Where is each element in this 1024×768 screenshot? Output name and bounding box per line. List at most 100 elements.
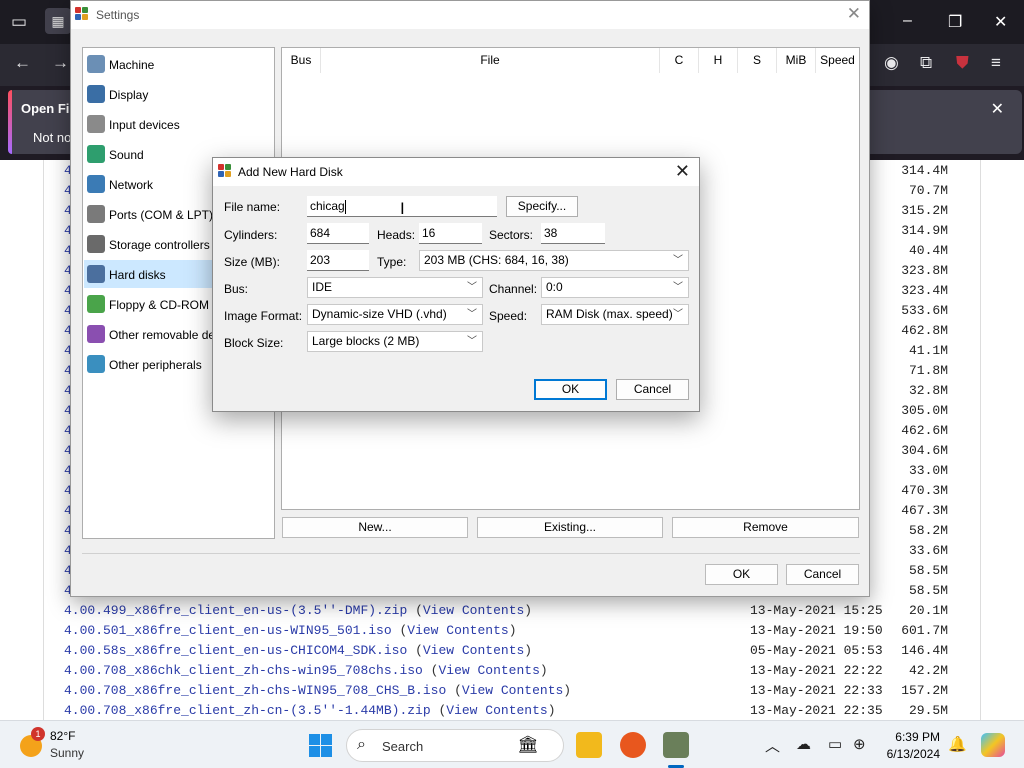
forward-icon[interactable]: → xyxy=(52,53,69,73)
file-name-link[interactable]: 4.00.499_x86fre_client_en-us-(3.5''-DMF)… xyxy=(64,603,407,618)
heads-label: Heads: xyxy=(377,228,416,242)
chevron-down-icon: ﹀ xyxy=(673,309,683,320)
heads-input[interactable]: 16 xyxy=(419,223,482,244)
settings-separator xyxy=(82,553,860,554)
sidebar-item[interactable]: Display xyxy=(84,80,274,108)
type-select[interactable]: 203 MB (CHS: 684, 16, 38) ﹀ xyxy=(419,250,689,271)
paren: ) xyxy=(508,623,517,638)
listing-file-link[interactable]: 4.00.708_x86fre_client_zh-chs-WIN95_708_… xyxy=(64,683,571,698)
dialog-title: Add New Hard Disk xyxy=(238,165,343,179)
ublock-icon[interactable]: ⛊ xyxy=(956,53,969,73)
extensions-icon[interactable]: ⧉ xyxy=(920,53,932,73)
column-file[interactable]: File xyxy=(321,48,660,73)
paren: ) xyxy=(524,603,533,618)
listing-size: 470.3M xyxy=(901,483,948,498)
notification-close-icon[interactable]: ✕ xyxy=(991,99,1004,119)
file-name-link[interactable]: 4.00.58s_x86fre_client_en-us-CHICOM4_SDK… xyxy=(64,643,407,658)
text-caret xyxy=(344,199,346,214)
listing-row: 4.00.499_x86fre_client_en-us-(3.5''-DMF)… xyxy=(44,603,982,623)
sectors-input[interactable]: 38 xyxy=(541,223,605,244)
firefox-icon[interactable] xyxy=(620,732,646,758)
network-icon xyxy=(87,175,105,193)
block-size-select-value: Large blocks (2 MB) xyxy=(312,334,420,348)
dialog-close-icon[interactable]: ✕ xyxy=(675,161,690,182)
file-explorer-icon[interactable] xyxy=(576,732,602,758)
listing-file-link[interactable]: 4.00.501_x86fre_client_en-us-WIN95_501.i… xyxy=(64,623,517,638)
listing-file-link[interactable]: 4.00.499_x86fre_client_en-us-(3.5''-DMF)… xyxy=(64,603,532,618)
dialog-ok-button[interactable]: OK xyxy=(534,379,607,400)
minimize-icon[interactable]: – xyxy=(903,12,912,30)
browser-tab-icon[interactable]: ▦ xyxy=(45,8,71,34)
column-bus[interactable]: Bus xyxy=(282,48,321,73)
listing-file-link[interactable]: 4.00.708_x86fre_client_zh-cn-(3.5''-1.44… xyxy=(64,703,556,718)
menu-icon[interactable]: ≡ xyxy=(991,53,1001,73)
clock-time[interactable]: 6:39 PM xyxy=(884,730,940,744)
settings-close-icon[interactable]: ✕ xyxy=(847,4,861,24)
listing-size: 29.5M xyxy=(908,703,948,718)
view-contents-link[interactable]: View Contents xyxy=(462,683,563,698)
type-select-value: 203 MB (CHS: 684, 16, 38) xyxy=(424,253,569,267)
view-contents-link[interactable]: View Contents xyxy=(438,663,539,678)
paren: ( xyxy=(407,643,423,658)
network-icon[interactable]: ⊕ xyxy=(853,735,866,753)
notification-bell-icon[interactable]: 🔔 xyxy=(948,735,967,753)
listing-size: 58.2M xyxy=(908,523,948,538)
dialog-cancel-button[interactable]: Cancel xyxy=(616,379,689,400)
86box-icon[interactable] xyxy=(663,732,689,758)
column-h[interactable]: H xyxy=(699,48,738,73)
listing-size: 304.6M xyxy=(901,443,948,458)
column-speed[interactable]: Speed xyxy=(816,48,859,73)
block-size-select[interactable]: Large blocks (2 MB) ﹀ xyxy=(307,331,483,352)
file-name-link[interactable]: 4.00.708_x86fre_client_zh-chs-WIN95_708_… xyxy=(64,683,446,698)
column-c[interactable]: C xyxy=(660,48,699,73)
copilot-icon[interactable] xyxy=(981,733,1005,757)
weather-description[interactable]: Sunny xyxy=(50,746,84,760)
view-contents-link[interactable]: View Contents xyxy=(446,703,547,718)
ports-icon xyxy=(87,205,105,223)
speed-select[interactable]: RAM Disk (max. speed) ﹀ xyxy=(541,304,689,325)
clock-date[interactable]: 6/13/2024 xyxy=(872,747,940,761)
image-format-select[interactable]: Dynamic-size VHD (.vhd) ﹀ xyxy=(307,304,483,325)
listing-file-link[interactable]: 4.00.708_x86chk_client_zh-chs-win95_708c… xyxy=(64,663,548,678)
listing-size: 323.4M xyxy=(901,283,948,298)
settings-ok-button[interactable]: OK xyxy=(705,564,778,585)
weather-temperature[interactable]: 82°F xyxy=(50,729,75,743)
taskbar-search[interactable]: ⌕ Search 🏛 xyxy=(346,729,564,762)
account-icon[interactable]: ◉ xyxy=(884,53,899,73)
chevron-down-icon: ﹀ xyxy=(673,255,683,266)
file-name-link[interactable]: 4.00.501_x86fre_client_en-us-WIN95_501.i… xyxy=(64,623,392,638)
chevron-down-icon: ﹀ xyxy=(467,309,477,320)
specify-button[interactable]: Specify... xyxy=(506,196,578,217)
cylinders-input[interactable]: 684 xyxy=(307,223,369,244)
listing-date: 13-May-2021 15:25 xyxy=(750,603,883,618)
sidebar-item[interactable]: Machine xyxy=(84,50,274,78)
listing-row: 4.00.708_x86fre_client_zh-chs-WIN95_708_… xyxy=(44,683,982,703)
file-name-link[interactable]: 4.00.708_x86fre_client_zh-cn-(3.5''-1.44… xyxy=(64,703,431,718)
view-contents-link[interactable]: View Contents xyxy=(423,603,524,618)
bus-select[interactable]: IDE ﹀ xyxy=(307,277,483,298)
listing-date: 13-May-2021 22:35 xyxy=(750,703,883,718)
close-icon[interactable]: ✕ xyxy=(994,12,1007,32)
notification-button[interactable]: Not no xyxy=(33,130,71,145)
listing-file-link[interactable]: 4.00.58s_x86fre_client_en-us-CHICOM4_SDK… xyxy=(64,643,532,658)
start-icon[interactable] xyxy=(309,734,332,757)
tab-overview-icon[interactable]: ▭ xyxy=(11,12,27,32)
chevron-up-icon[interactable]: ︿ xyxy=(765,735,780,756)
back-icon[interactable]: ← xyxy=(14,53,31,73)
maximize-icon[interactable]: ❐ xyxy=(948,12,962,32)
add-hard-disk-dialog: Add New Hard Disk ✕ File name: chicag Sp… xyxy=(212,157,700,412)
size-input[interactable]: 203 xyxy=(307,250,369,271)
onedrive-icon[interactable]: ☁ xyxy=(796,735,811,753)
file-name-link[interactable]: 4.00.708_x86chk_client_zh-chs-win95_708c… xyxy=(64,663,423,678)
remove-disk-button[interactable]: Remove xyxy=(672,517,859,538)
existing-disk-button[interactable]: Existing... xyxy=(477,517,663,538)
new-disk-button[interactable]: New... xyxy=(282,517,468,538)
settings-cancel-button[interactable]: Cancel xyxy=(786,564,859,585)
display-icon[interactable]: ▭ xyxy=(828,735,842,753)
channel-select[interactable]: 0:0 ﹀ xyxy=(541,277,689,298)
column-s[interactable]: S xyxy=(738,48,777,73)
view-contents-link[interactable]: View Contents xyxy=(423,643,524,658)
sidebar-item[interactable]: Input devices xyxy=(84,110,274,138)
column-mib[interactable]: MiB xyxy=(777,48,816,73)
view-contents-link[interactable]: View Contents xyxy=(407,623,508,638)
